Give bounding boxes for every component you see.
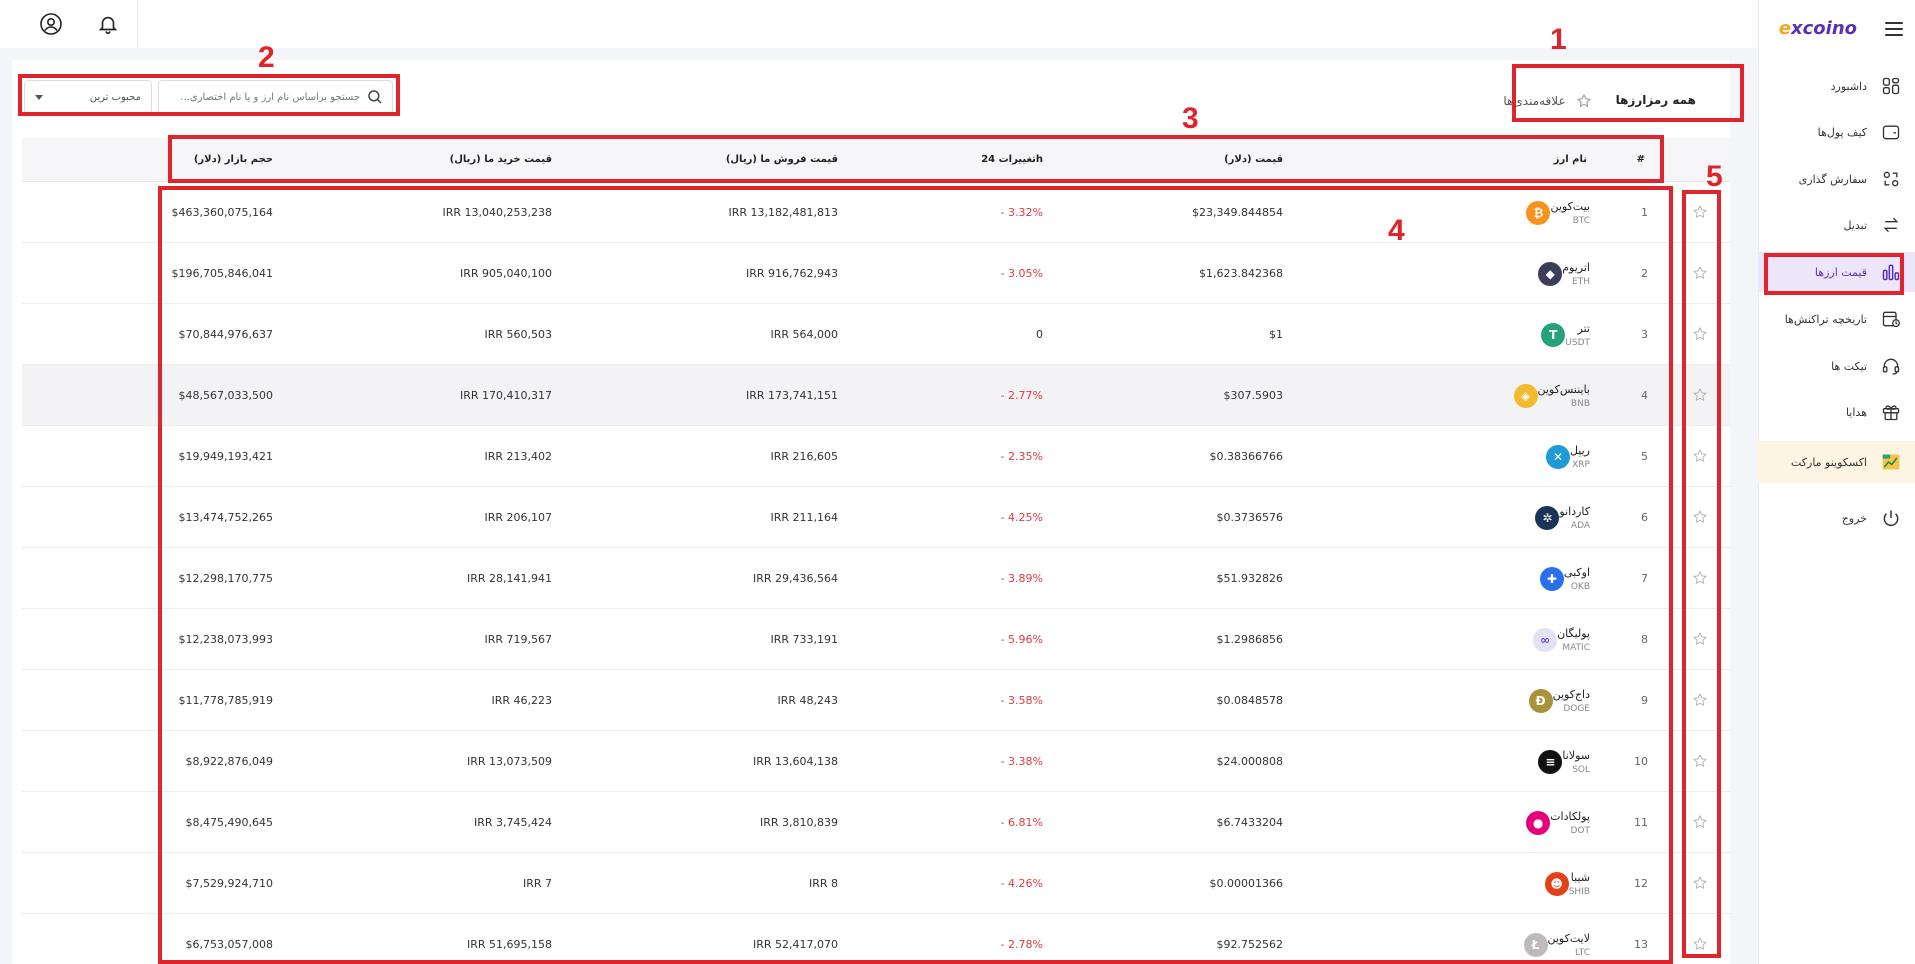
- sidebar-item-wallet[interactable]: کیف پول‌ها: [1758, 112, 1915, 152]
- dashboard-icon: [1881, 76, 1901, 96]
- sidebar-item-order[interactable]: سفارش گذاری: [1758, 159, 1915, 199]
- exchange-icon: [1881, 215, 1901, 235]
- sidebar: excoino داشبورد کیف پول‌ها سفارش گذاری تبدی…: [1758, 0, 1915, 964]
- sidebar-item-label: داشبورد: [1830, 79, 1867, 93]
- gift-icon: [1881, 402, 1901, 422]
- sidebar-item-headset[interactable]: تیکت ها: [1758, 346, 1915, 386]
- logo-prefix: e: [1778, 18, 1791, 39]
- annotation-box-3: [168, 135, 1664, 183]
- sidebar-item-gift[interactable]: هدایا: [1758, 392, 1915, 432]
- annotation-box-sidebar-prices: [1764, 253, 1904, 295]
- history-icon: [1881, 309, 1901, 329]
- user-icon[interactable]: [36, 9, 66, 39]
- sidebar-item-power[interactable]: خروج: [1758, 498, 1915, 538]
- sidebar-item-history[interactable]: تاریخچه تراکنش‌ها: [1758, 299, 1915, 339]
- sidebar-item-label: تیکت ها: [1831, 359, 1867, 373]
- annotation-box-5: [1682, 190, 1721, 958]
- power-icon: [1881, 508, 1901, 528]
- sidebar-item-label: سفارش گذاری: [1798, 172, 1867, 186]
- headset-icon: [1881, 356, 1901, 376]
- topbar-divider: [137, 0, 138, 48]
- annotation-number-2: 2: [258, 41, 275, 74]
- sidebar-item-exchange[interactable]: تبدیل: [1758, 205, 1915, 245]
- annotation-box-1: [1512, 64, 1744, 122]
- annotation-box-4: [158, 186, 1673, 964]
- logo-row: excoino: [1758, 0, 1915, 60]
- annotation-number-3: 3: [1182, 102, 1199, 135]
- sidebar-item-dashboard[interactable]: داشبورد: [1758, 66, 1915, 106]
- hamburger-menu-icon[interactable]: [1885, 22, 1903, 36]
- annotation-box-2: [18, 74, 400, 116]
- sidebar-item-label: اکسکوینو مارکت: [1790, 455, 1867, 469]
- sidebar-item-label: کیف پول‌ها: [1817, 125, 1867, 139]
- bell-icon[interactable]: [93, 9, 123, 39]
- sidebar-item-market[interactable]: اکسکوینو مارکت: [1758, 441, 1915, 483]
- annotation-number-5: 5: [1706, 160, 1723, 193]
- sidebar-item-label: هدایا: [1845, 405, 1867, 419]
- sidebar-item-label: خروج: [1841, 511, 1867, 525]
- sidebar-item-label: تاریخچه تراکنش‌ها: [1784, 312, 1867, 326]
- annotation-number-4: 4: [1388, 214, 1405, 247]
- sidebar-item-label: تبدیل: [1843, 218, 1867, 232]
- market-icon: [1881, 452, 1901, 472]
- logo-text: xcoino: [1791, 18, 1857, 39]
- annotation-number-1: 1: [1550, 23, 1567, 56]
- order-icon: [1881, 169, 1901, 189]
- wallet-icon: [1881, 122, 1901, 142]
- excoino-logo[interactable]: excoino: [1779, 18, 1857, 39]
